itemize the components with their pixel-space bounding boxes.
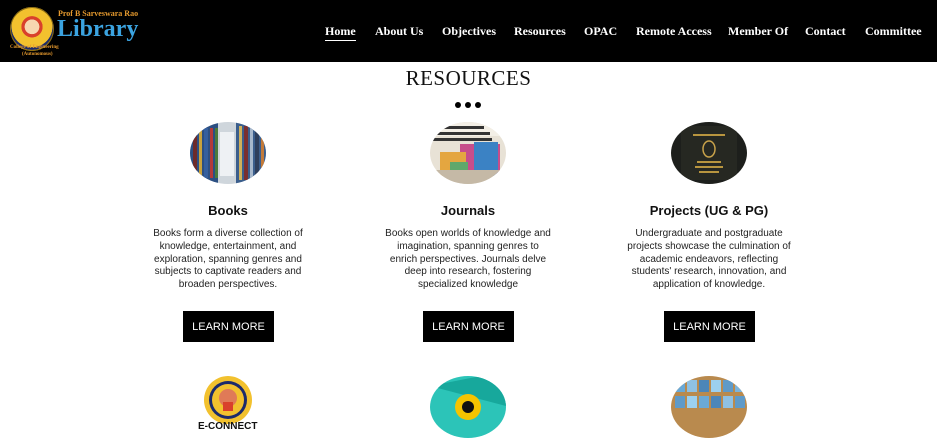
nav-opac[interactable]: OPAC (584, 24, 617, 39)
card-title: Books (208, 203, 248, 218)
dot-icon (475, 102, 481, 108)
card-title: Projects (UG & PG) (649, 203, 769, 218)
card-description: Books open worlds of knowledge and imagi… (385, 228, 551, 291)
nav-objectives[interactable]: Objectives (442, 24, 496, 39)
library-bookshelves-image (190, 122, 266, 184)
card-description: Books form a diverse collection of knowl… (153, 228, 303, 291)
dot-icon (455, 102, 461, 108)
bound-project-report-image (671, 122, 747, 184)
nav-committee[interactable]: Committee (865, 24, 922, 39)
logo-subtitle-line2: (Autonomous) (22, 52, 53, 57)
library-logo[interactable]: Prof B Sarveswara Rao Library College of… (8, 5, 138, 59)
section-title: RESOURCES (405, 66, 532, 90)
journals-cover-image (430, 122, 506, 184)
nav-about-us[interactable]: About Us (375, 24, 423, 39)
top-navigation-bar: Prof B Sarveswara Rao Library College of… (0, 0, 937, 62)
nav-contact[interactable]: Contact (805, 24, 846, 39)
nav-member-of[interactable]: Member Of (728, 24, 788, 39)
nav-remote-access[interactable]: Remote Access (636, 24, 712, 39)
learn-more-button[interactable]: LEARN MORE (183, 311, 274, 342)
e-connect-label: E-CONNECT (198, 421, 258, 432)
nav-resources[interactable]: Resources (514, 24, 566, 39)
learn-more-button[interactable]: LEARN MORE (664, 311, 755, 342)
logo-subtitle-line1: College of Engineering (10, 45, 59, 50)
card-title: Journals (440, 203, 496, 218)
logo-main-text: Library (57, 16, 139, 42)
section-divider-dots (455, 102, 483, 109)
learn-more-button[interactable]: LEARN MORE (423, 311, 514, 342)
dot-icon (465, 102, 471, 108)
card-description: Undergraduate and postgraduate projects … (627, 228, 791, 291)
nav-home[interactable]: Home (325, 24, 356, 41)
